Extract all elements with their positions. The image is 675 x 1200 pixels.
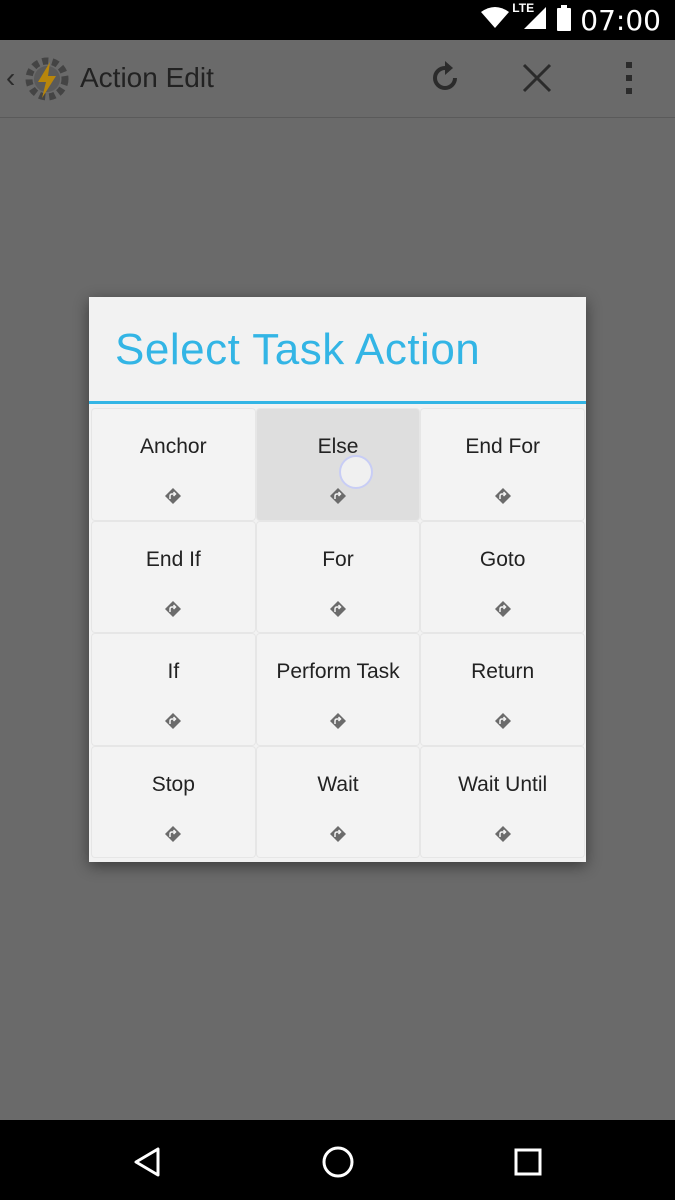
action-item[interactable]: Wait: [256, 746, 420, 857]
action-item[interactable]: Perform Task: [256, 634, 420, 745]
dialog-title: Select Task Action: [115, 325, 481, 374]
close-icon[interactable]: [513, 54, 561, 102]
action-item-label: If: [167, 660, 180, 683]
action-item[interactable]: For: [256, 521, 420, 632]
action-arrow-icon: [164, 825, 182, 843]
app-bar: ‹ Action Edit: [0, 40, 675, 118]
action-item[interactable]: Anchor: [92, 409, 255, 520]
status-bar: LTE 07:00: [0, 0, 675, 40]
action-arrow-icon: [164, 600, 182, 618]
action-arrow-icon: [329, 487, 347, 505]
page-title: Action Edit: [80, 62, 214, 93]
action-item[interactable]: End For: [421, 409, 584, 520]
touch-indicator: [338, 455, 373, 489]
app-logo-icon[interactable]: [20, 52, 74, 106]
cell-signal-icon: LTE: [512, 1, 548, 36]
action-item-label: Return: [471, 660, 535, 683]
action-item-label: Stop: [151, 772, 195, 796]
action-item[interactable]: Stop: [92, 746, 255, 857]
action-arrow-icon: [494, 487, 512, 505]
action-arrow-icon: [494, 712, 512, 730]
action-item[interactable]: End If: [92, 521, 255, 632]
action-arrow-icon: [494, 600, 512, 618]
home-icon[interactable]: [318, 1142, 358, 1182]
action-item[interactable]: If: [92, 634, 255, 745]
battery-icon: [556, 4, 572, 36]
action-item-label: End If: [145, 547, 201, 571]
action-arrow-icon: [164, 712, 182, 730]
action-arrow-icon: [329, 600, 347, 618]
overflow-menu-icon[interactable]: [605, 54, 653, 102]
action-grid: Anchor Else End For End If For Goto If Perform …: [92, 409, 584, 857]
network-type-label: LTE: [512, 0, 535, 15]
action-item[interactable]: Wait Until: [421, 746, 584, 857]
action-item[interactable]: Else: [256, 409, 420, 520]
action-item-label: Perform Task: [276, 660, 400, 683]
action-item-label: Anchor: [140, 435, 207, 458]
status-time: 07:00: [580, 3, 661, 37]
navigation-bar: [0, 1120, 675, 1200]
action-arrow-icon: [494, 825, 512, 843]
dialog-divider: [89, 401, 586, 404]
action-item[interactable]: Return: [421, 634, 584, 745]
wifi-icon: [480, 6, 510, 35]
action-item-label: Wait: [317, 772, 359, 796]
action-item[interactable]: Goto: [421, 521, 584, 632]
action-arrow-icon: [329, 825, 347, 843]
undo-icon[interactable]: [421, 54, 469, 102]
action-arrow-icon: [329, 712, 347, 730]
action-item-label: End For: [465, 435, 541, 458]
action-arrow-icon: [164, 487, 182, 505]
action-item-label: Goto: [479, 547, 526, 571]
action-item-label: For: [322, 547, 354, 571]
action-item-label: Wait Until: [458, 772, 548, 796]
select-task-action-dialog: Select Task Action Anchor Else End For End …: [89, 297, 586, 862]
back-icon[interactable]: [128, 1142, 168, 1182]
action-item-label: Else: [317, 435, 359, 458]
back-chevron-icon[interactable]: ‹: [6, 62, 15, 94]
recents-icon[interactable]: [508, 1142, 548, 1182]
